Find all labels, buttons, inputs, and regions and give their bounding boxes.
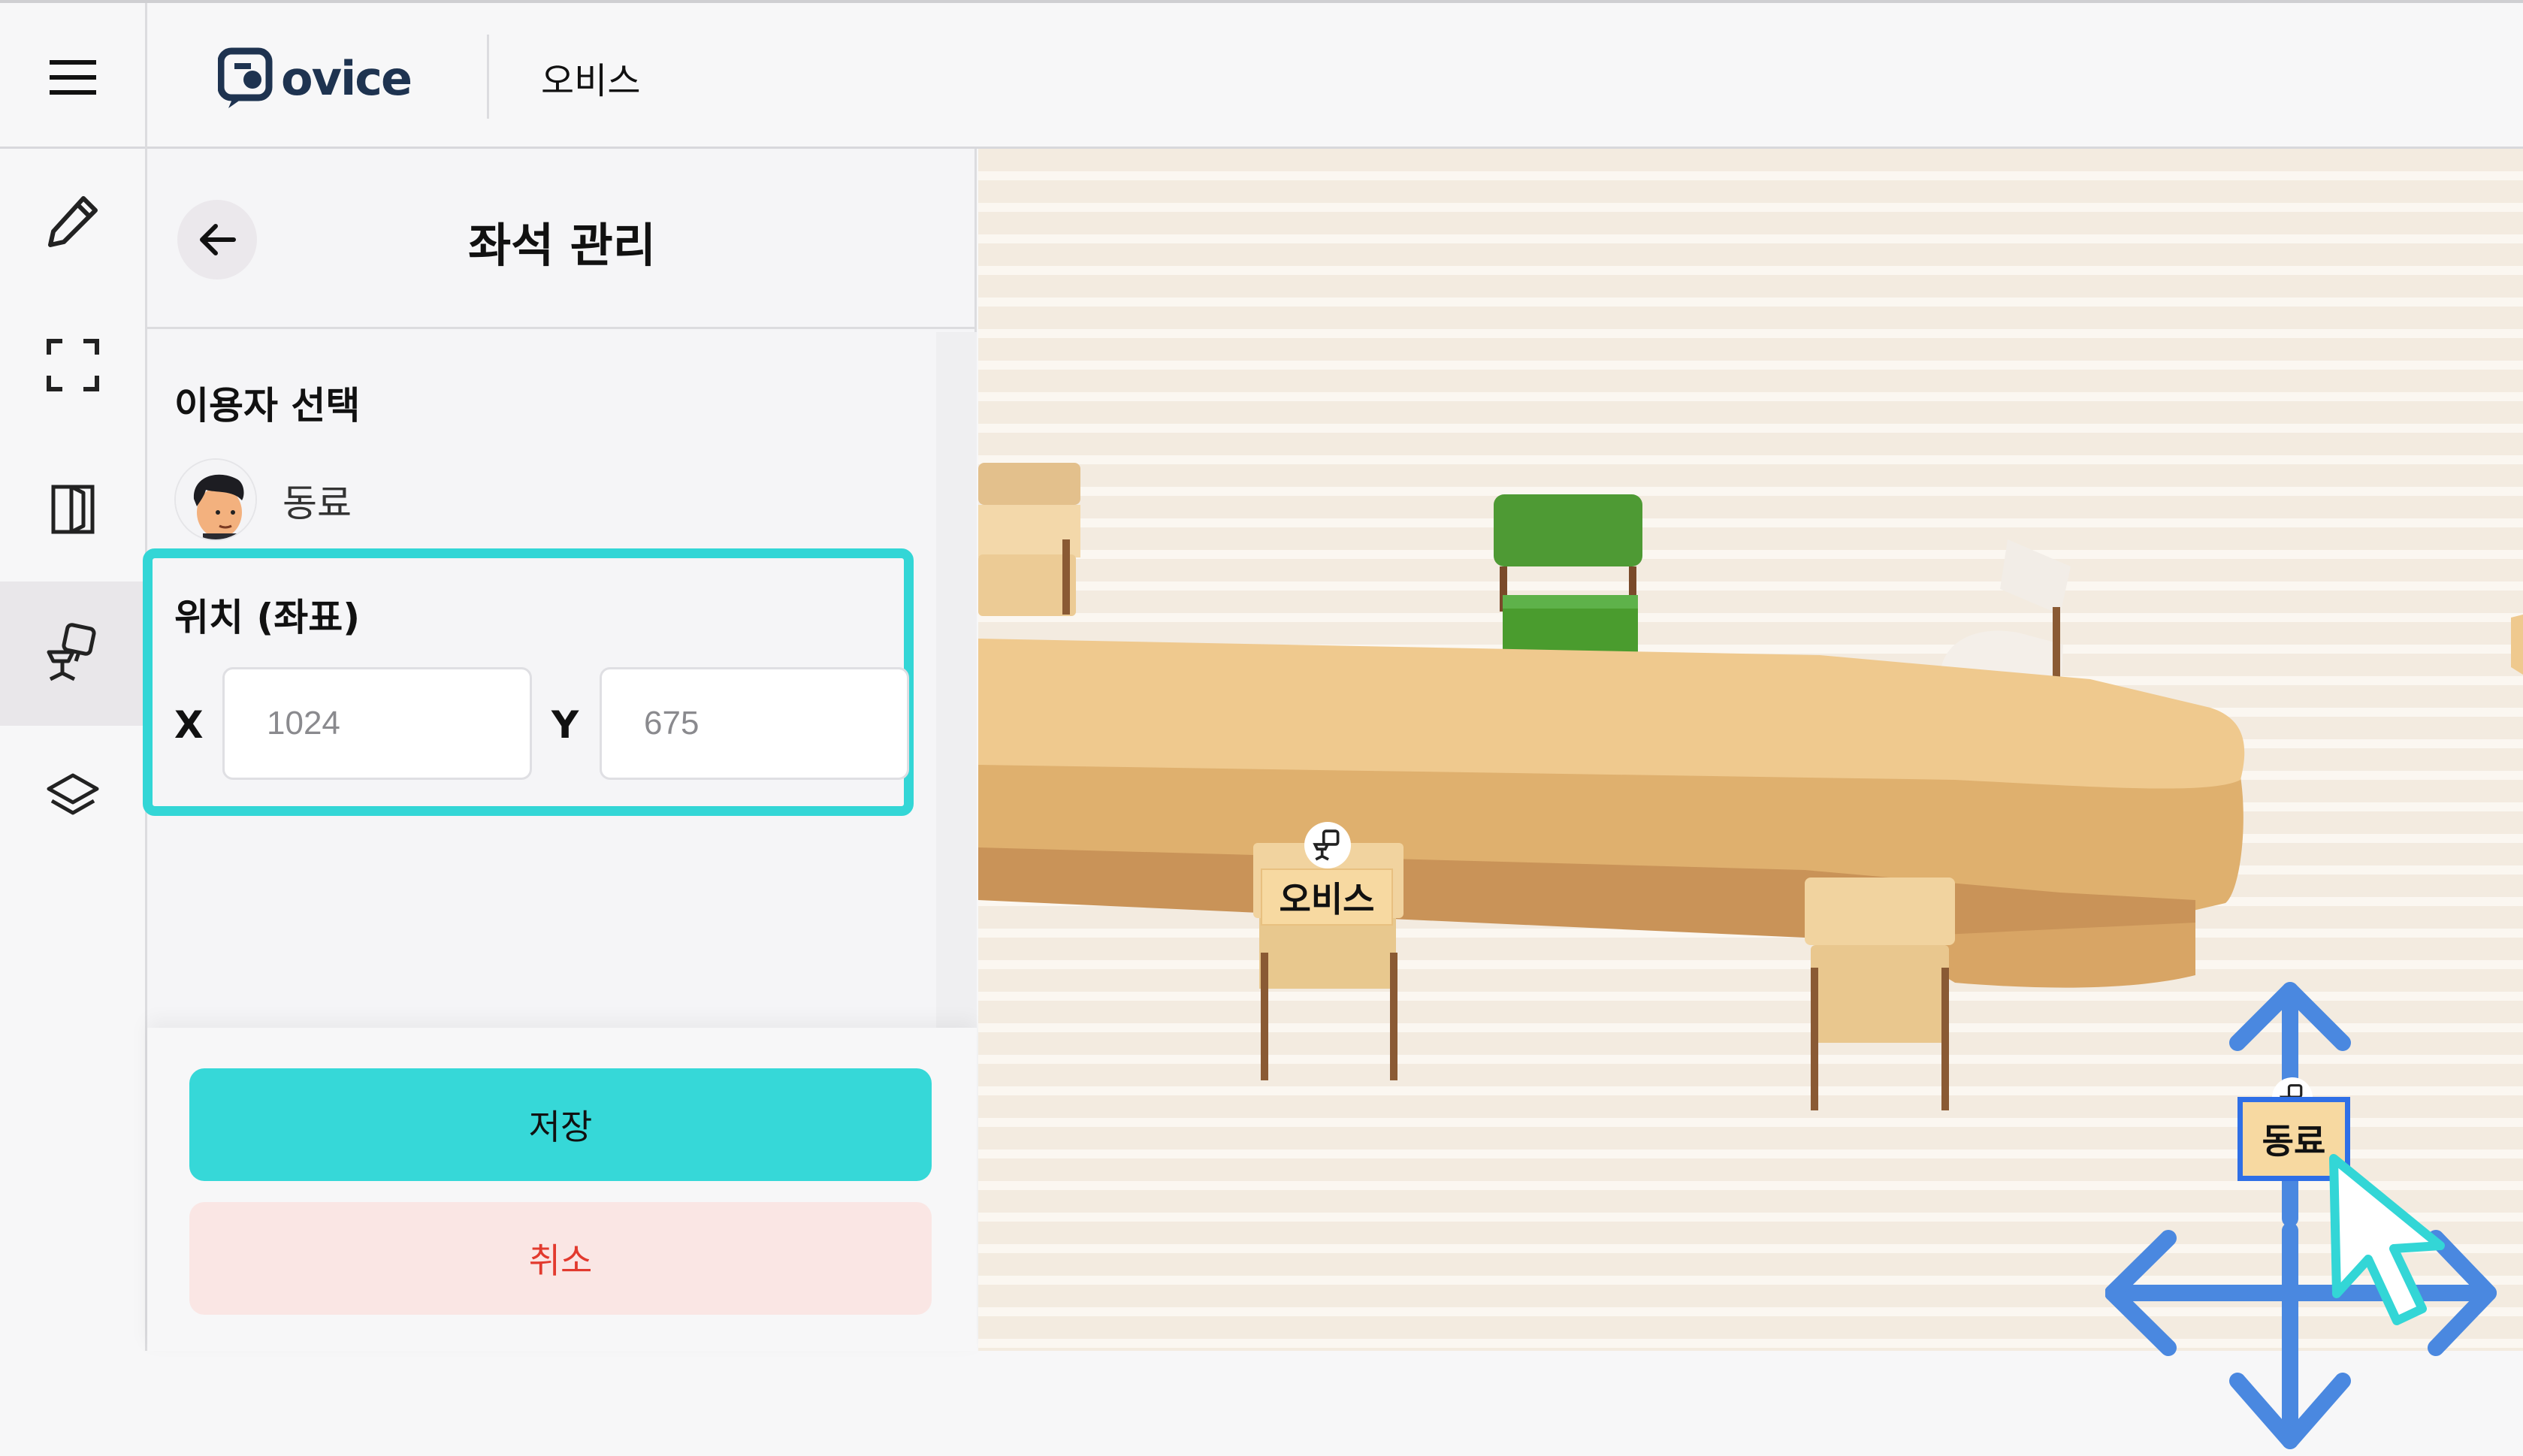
avatar-face-icon (176, 460, 255, 539)
long-table (978, 639, 2245, 988)
door-button[interactable] (0, 437, 145, 581)
seat-management-button[interactable] (0, 581, 145, 726)
seat-icon (1313, 829, 1340, 861)
cursor-arrow-icon (2329, 1154, 2445, 1325)
menu-button[interactable] (0, 3, 147, 152)
pencil-icon (47, 196, 98, 247)
office-map[interactable]: 오비스 동료 (978, 149, 2523, 1449)
user-select-label: 이용자 선택 (174, 384, 361, 427)
fullscreen-button[interactable] (0, 293, 145, 437)
x-label: X (174, 703, 204, 747)
menu-icon (49, 60, 96, 95)
coordinates-label: 위치 (좌표) (174, 596, 361, 639)
x-coordinate-input[interactable]: 1024 (222, 667, 532, 780)
y-label: Y (551, 703, 579, 747)
top-bar: ovice 오비스 (0, 0, 2523, 152)
user-avatar[interactable] (174, 458, 257, 541)
chair-right-under-table (1805, 878, 1955, 1110)
chair-left-partial (978, 463, 1080, 616)
selected-user-name: 동료 (283, 482, 352, 525)
ovice-logo[interactable]: ovice (218, 47, 412, 110)
seat-marker-icon (1304, 822, 1351, 868)
logo-mark-icon (218, 47, 273, 108)
header-divider (487, 35, 489, 119)
workspace-name: 오비스 (541, 60, 641, 102)
logo-text: ovice (281, 50, 412, 106)
seat-tag-obis[interactable]: 오비스 (1261, 868, 1393, 926)
back-button[interactable] (177, 200, 257, 279)
x-input-placeholder: 1024 (267, 705, 340, 742)
panel-scrollbar[interactable] (936, 332, 977, 1113)
fullscreen-icon (46, 339, 99, 391)
layers-button[interactable] (0, 726, 145, 870)
cancel-button[interactable]: 취소 (189, 1202, 932, 1315)
y-coordinate-input[interactable]: 675 (600, 667, 909, 780)
edit-button[interactable] (0, 149, 145, 293)
arrow-left-icon (200, 224, 236, 255)
panel-header: 좌석 관리 (147, 149, 977, 329)
edge-furniture (2511, 615, 2523, 675)
seat-management-panel: 좌석 관리 이용자 선택 동료 위치 (좌표) X 1024 Y 675 저장 … (143, 149, 977, 1351)
seat-icon (47, 623, 96, 681)
panel-title: 좌석 관리 (468, 218, 656, 273)
left-toolbar (0, 149, 147, 1351)
door-icon (51, 485, 94, 534)
save-button[interactable]: 저장 (189, 1068, 932, 1181)
y-input-placeholder: 675 (644, 705, 699, 742)
layers-icon (47, 773, 98, 815)
